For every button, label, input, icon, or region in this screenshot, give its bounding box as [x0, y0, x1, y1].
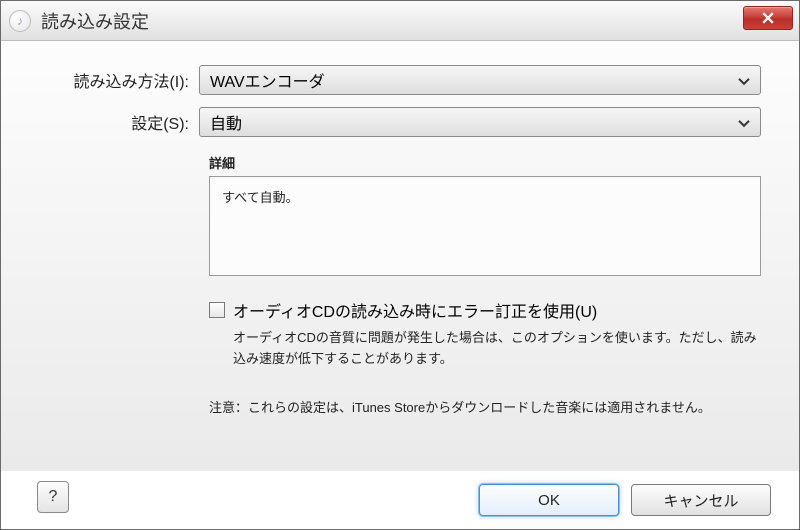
window-title: 読み込み設定 [41, 8, 149, 34]
error-correction-help: オーディオCDの音質に問題が発生した場合は、このオプションを使います。ただし、読… [233, 328, 761, 370]
import-using-row: 読み込み方法(I): WAVエンコーダ [39, 65, 761, 95]
help-button-label: ? [49, 488, 58, 506]
setting-row: 設定(S): 自動 [39, 107, 761, 137]
setting-dropdown[interactable]: 自動 [199, 107, 761, 137]
ok-button-label: OK [538, 492, 560, 509]
import-settings-dialog: ♪ 読み込み設定 読み込み方法(I): WAVエンコーダ 設定(S): 自動 [0, 0, 800, 530]
titlebar: ♪ 読み込み設定 [1, 1, 799, 41]
details-box: すべて自動。 [209, 176, 761, 276]
chevron-down-icon [738, 73, 750, 91]
details-section: 詳細 すべて自動。 オーディオCDの読み込み時にエラー訂正を使用(U) オーディ… [209, 149, 761, 418]
setting-label: 設定(S): [39, 110, 199, 134]
close-button[interactable] [743, 6, 793, 30]
chevron-down-icon [738, 115, 750, 133]
import-using-value: WAVエンコーダ [210, 68, 325, 92]
store-note: 注意：これらの設定は、iTunes Storeからダウンロードした音楽には適用さ… [209, 398, 761, 419]
cancel-button[interactable]: キャンセル [631, 484, 771, 516]
setting-value: 自動 [210, 110, 242, 134]
ok-button[interactable]: OK [479, 484, 619, 516]
error-correction-label: オーディオCDの読み込み時にエラー訂正を使用(U) [233, 298, 597, 322]
close-icon [762, 12, 774, 24]
import-using-label: 読み込み方法(I): [39, 68, 199, 92]
error-correction-row: オーディオCDの読み込み時にエラー訂正を使用(U) [209, 298, 761, 322]
cancel-button-label: キャンセル [663, 490, 738, 511]
dialog-content: 読み込み方法(I): WAVエンコーダ 設定(S): 自動 詳細 すべて自動。 [1, 41, 799, 471]
help-button[interactable]: ? [37, 481, 69, 513]
error-correction-checkbox[interactable] [209, 302, 225, 318]
itunes-icon: ♪ [9, 10, 31, 32]
import-using-dropdown[interactable]: WAVエンコーダ [199, 65, 761, 95]
button-bar: ? OK キャンセル [1, 471, 799, 529]
details-heading: 詳細 [209, 153, 761, 172]
details-text: すべて自動。 [222, 190, 299, 205]
